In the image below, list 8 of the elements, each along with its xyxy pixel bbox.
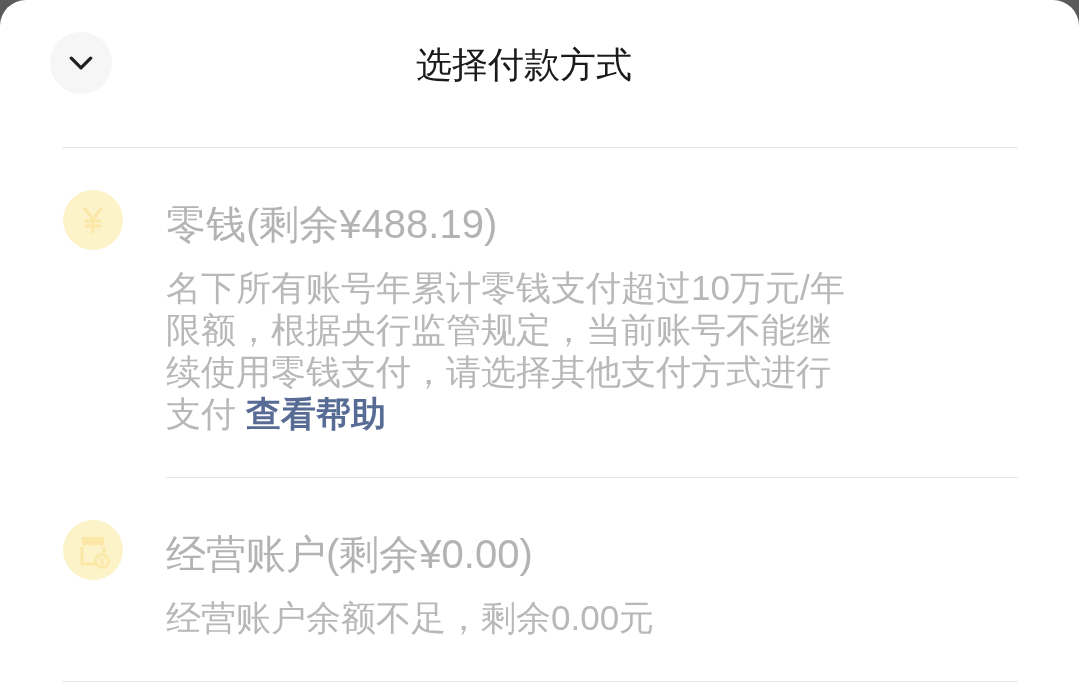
payment-method-name: 经营账户(剩余¥0.00): [166, 531, 534, 578]
shop-icon: [63, 520, 123, 580]
sheet-title: 选择付款方式: [415, 43, 632, 87]
chevron-down-icon: [69, 56, 93, 70]
payment-method-note: 经营账户余额不足，剩余0.00元: [166, 597, 656, 639]
yen-coin-icon: [63, 190, 123, 250]
payment-method-name: 零钱(剩余¥488.19): [166, 201, 499, 248]
payment-method-note: 名下所有账号年累计零钱支付超过10万元/年限额，根据央行监管规定，当前账号不能继续使用零钱支付，请选择其他支付方式进行支付 查看帮助: [166, 267, 846, 435]
